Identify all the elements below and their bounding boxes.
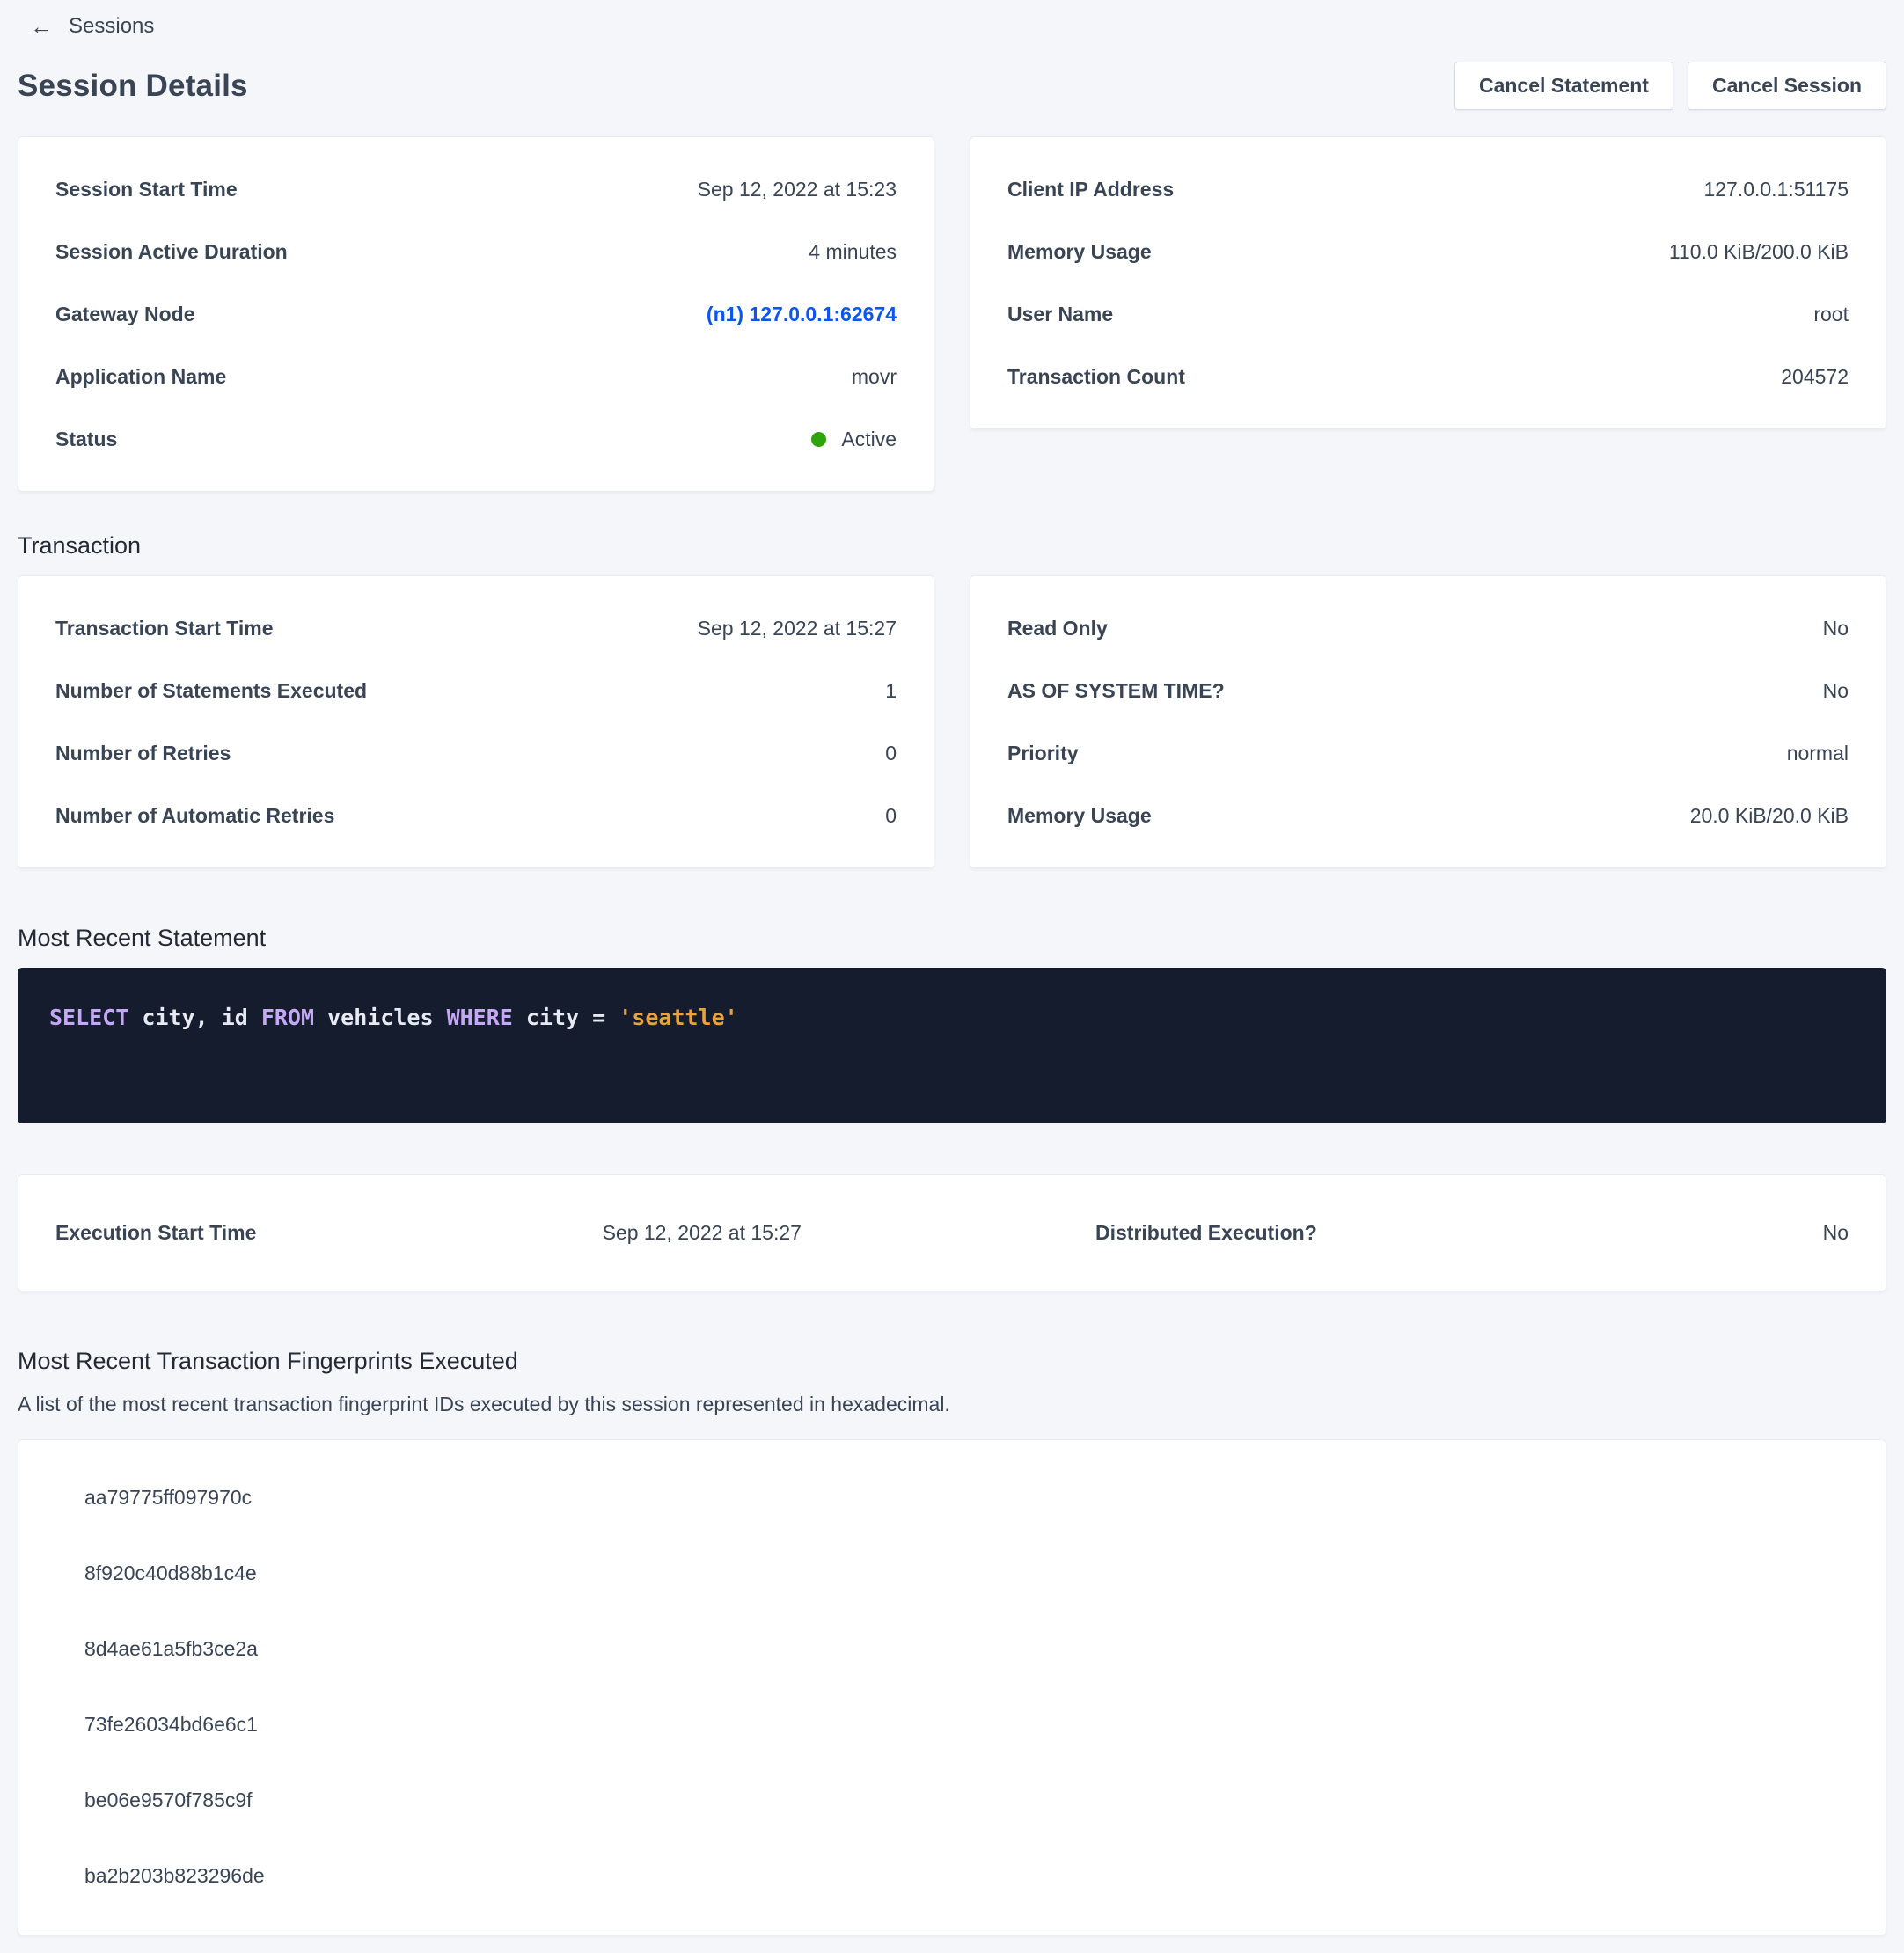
gateway-node-link[interactable]: (n1) 127.0.0.1:62674 (707, 301, 897, 327)
session-start-time-row: Session Start Time Sep 12, 2022 at 15:23 (55, 176, 897, 202)
session-summary-row: Session Start Time Sep 12, 2022 at 15:23… (18, 136, 1886, 492)
gateway-node-row: Gateway Node (n1) 127.0.0.1:62674 (55, 301, 897, 327)
statements-executed-value: 1 (885, 677, 897, 704)
transaction-memory-usage-label: Memory Usage (1007, 802, 1152, 829)
fingerprint-item: aa79775ff097970c (84, 1484, 1849, 1510)
read-only-label: Read Only (1007, 615, 1108, 641)
session-memory-usage-value: 110.0 KiB/200.0 KiB (1669, 238, 1849, 265)
status-row: Status Active (55, 426, 897, 452)
back-arrow-icon: ← (30, 15, 53, 38)
cancel-statement-button[interactable]: Cancel Statement (1454, 62, 1673, 110)
sql-keyword: FROM (261, 1005, 314, 1030)
session-start-time-label: Session Start Time (55, 176, 238, 202)
session-active-duration-value: 4 minutes (809, 238, 897, 265)
sql-text: city, id (128, 1005, 261, 1030)
fingerprints-description: A list of the most recent transaction fi… (18, 1393, 1886, 1416)
transaction-info-card: Transaction Start Time Sep 12, 2022 at 1… (18, 575, 934, 868)
status-badge: Active (811, 426, 897, 452)
sql-text: vehicles (314, 1005, 447, 1030)
priority-row: Priority normal (1007, 740, 1849, 766)
retries-label: Number of Retries (55, 740, 231, 766)
fingerprint-item: 73fe26034bd6e6c1 (84, 1711, 1849, 1737)
transaction-cards-row: Transaction Start Time Sep 12, 2022 at 1… (18, 575, 1886, 868)
page-title: Session Details (18, 69, 248, 104)
application-name-label: Application Name (55, 363, 226, 390)
fingerprint-item: 8d4ae61a5fb3ce2a (84, 1635, 1849, 1662)
fingerprints-section-heading: Most Recent Transaction Fingerprints Exe… (18, 1348, 1886, 1375)
session-active-duration-row: Session Active Duration 4 minutes (55, 238, 897, 265)
cancel-session-button[interactable]: Cancel Session (1688, 62, 1886, 110)
session-start-time-value: Sep 12, 2022 at 15:23 (698, 176, 897, 202)
title-row: Session Details Cancel Statement Cancel … (18, 62, 1886, 110)
statement-section-heading: Most Recent Statement (18, 925, 1886, 952)
transaction-memory-usage-row: Memory Usage 20.0 KiB/20.0 KiB (1007, 802, 1849, 829)
user-name-label: User Name (1007, 301, 1113, 327)
transaction-properties-card: Read Only No AS OF SYSTEM TIME? No Prior… (970, 575, 1886, 868)
distributed-execution-value: No (1823, 1221, 1849, 1245)
execution-start-time-value: Sep 12, 2022 at 15:27 (603, 1221, 1095, 1245)
retries-row: Number of Retries 0 (55, 740, 897, 766)
sql-string-literal: 'seattle' (619, 1005, 737, 1030)
transaction-count-value: 204572 (1781, 363, 1849, 390)
automatic-retries-value: 0 (885, 802, 897, 829)
execution-details-card: Execution Start Time Sep 12, 2022 at 15:… (18, 1174, 1886, 1291)
action-buttons: Cancel Statement Cancel Session (1454, 62, 1886, 110)
priority-label: Priority (1007, 740, 1079, 766)
priority-value: normal (1787, 740, 1849, 766)
session-details-page: ← Sessions Session Details Cancel Statem… (0, 0, 1904, 1953)
transaction-start-time-value: Sep 12, 2022 at 15:27 (698, 615, 897, 641)
application-name-row: Application Name movr (55, 363, 897, 390)
retries-value: 0 (885, 740, 897, 766)
sql-statement-box: SELECT city, id FROM vehicles WHERE city… (18, 968, 1886, 1123)
fingerprint-item: 8f920c40d88b1c4e (84, 1560, 1849, 1586)
client-ip-value: 127.0.0.1:51175 (1703, 176, 1849, 202)
transaction-count-label: Transaction Count (1007, 363, 1185, 390)
statements-executed-row: Number of Statements Executed 1 (55, 677, 897, 704)
read-only-value: No (1823, 615, 1849, 641)
back-link-label: Sessions (69, 14, 154, 39)
application-name-value: movr (852, 363, 897, 390)
transaction-memory-usage-value: 20.0 KiB/20.0 KiB (1690, 802, 1849, 829)
fingerprints-card: aa79775ff097970c 8f920c40d88b1c4e 8d4ae6… (18, 1439, 1886, 1935)
fingerprint-item: be06e9570f785c9f (84, 1787, 1849, 1813)
transaction-count-row: Transaction Count 204572 (1007, 363, 1849, 390)
sql-keyword: WHERE (447, 1005, 513, 1030)
sql-keyword: SELECT (49, 1005, 128, 1030)
user-name-row: User Name root (1007, 301, 1849, 327)
back-to-sessions-link[interactable]: ← Sessions (30, 14, 154, 39)
as-of-system-time-row: AS OF SYSTEM TIME? No (1007, 677, 1849, 704)
read-only-row: Read Only No (1007, 615, 1849, 641)
client-ip-label: Client IP Address (1007, 176, 1174, 202)
status-active-dot-icon (811, 432, 826, 447)
automatic-retries-row: Number of Automatic Retries 0 (55, 802, 897, 829)
session-info-card: Session Start Time Sep 12, 2022 at 15:23… (18, 136, 934, 492)
client-info-card: Client IP Address 127.0.0.1:51175 Memory… (970, 136, 1886, 429)
client-ip-row: Client IP Address 127.0.0.1:51175 (1007, 176, 1849, 202)
sql-text: city = (513, 1005, 619, 1030)
status-value: Active (841, 426, 897, 452)
transaction-start-time-row: Transaction Start Time Sep 12, 2022 at 1… (55, 615, 897, 641)
distributed-execution-label: Distributed Execution? (1095, 1221, 1317, 1245)
distributed-execution-pair: Distributed Execution? No (1095, 1221, 1849, 1245)
session-active-duration-label: Session Active Duration (55, 238, 288, 265)
transaction-section-heading: Transaction (18, 532, 1886, 560)
statements-executed-label: Number of Statements Executed (55, 677, 367, 704)
as-of-system-time-label: AS OF SYSTEM TIME? (1007, 677, 1225, 704)
automatic-retries-label: Number of Automatic Retries (55, 802, 334, 829)
gateway-node-label: Gateway Node (55, 301, 195, 327)
fingerprint-item: ba2b203b823296de (84, 1862, 1849, 1889)
status-label: Status (55, 426, 117, 452)
session-memory-usage-label: Memory Usage (1007, 238, 1152, 265)
session-memory-usage-row: Memory Usage 110.0 KiB/200.0 KiB (1007, 238, 1849, 265)
execution-start-time-label: Execution Start Time (55, 1221, 603, 1245)
back-row: ← Sessions (18, 0, 1886, 40)
as-of-system-time-value: No (1823, 677, 1849, 704)
user-name-value: root (1813, 301, 1849, 327)
transaction-start-time-label: Transaction Start Time (55, 615, 274, 641)
